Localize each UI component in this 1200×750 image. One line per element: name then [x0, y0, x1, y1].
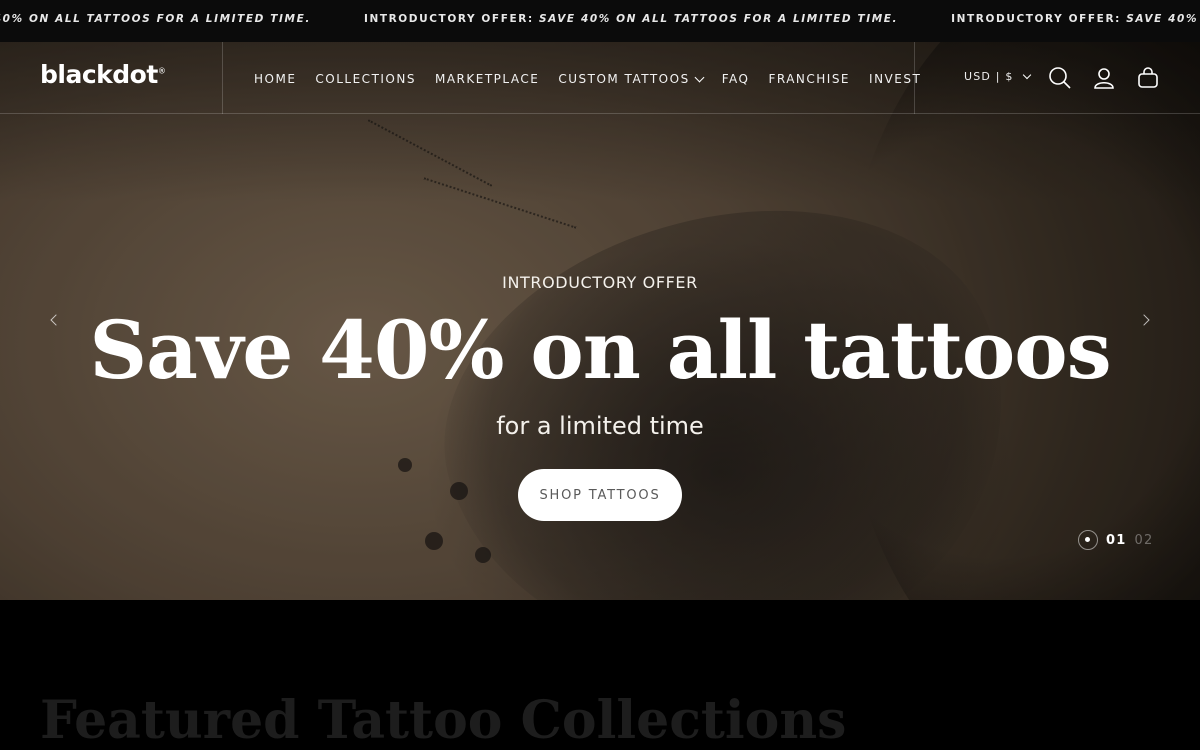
section-title: Featured Tattoo Collections	[40, 690, 847, 750]
slide-indicator-2[interactable]: 02	[1135, 533, 1154, 548]
announcement-item: VE 40% ON ALL TATTOOS FOR A LIMITED TIME…	[0, 13, 311, 25]
slide-indicator-1[interactable]: 01	[1106, 533, 1127, 548]
account-icon[interactable]	[1092, 66, 1116, 90]
brand-logo-text: blackdot	[40, 60, 158, 89]
announcement-item: INTRODUCTORY OFFER: SAVE 40% ON ALL TATT…	[364, 13, 898, 25]
nav-franchise[interactable]: FRANCHISE	[768, 72, 850, 86]
announcement-label: INTRODUCTORY OFFER:	[951, 13, 1121, 25]
nav-custom-tattoos-label: CUSTOM TATTOOS	[558, 72, 690, 86]
nav-faq[interactable]: FAQ	[722, 72, 750, 86]
header-divider	[222, 42, 223, 114]
site-header: blackdot® HOME COLLECTIONS MARKETPLACE C…	[0, 42, 1200, 114]
shop-tattoos-button[interactable]: SHOP TATTOOS	[518, 469, 682, 521]
chevron-down-icon	[1022, 70, 1031, 79]
slide-pager: 01 02	[1078, 530, 1153, 550]
header-divider	[914, 42, 915, 114]
hero-headline: Save 40% on all tattoos	[89, 303, 1111, 397]
announcement-message: VE 40% ON ALL TATTOOS FOR A LIMITED TIME…	[0, 13, 311, 25]
currency-selector[interactable]: USD | $	[964, 70, 1031, 83]
hero-subheadline: for a limited time	[496, 412, 704, 440]
search-icon[interactable]	[1048, 66, 1072, 90]
hero-eyebrow: INTRODUCTORY OFFER	[502, 273, 698, 292]
main-nav: HOME COLLECTIONS MARKETPLACE CUSTOM TATT…	[254, 72, 921, 86]
announcement-track: VE 40% ON ALL TATTOOS FOR A LIMITED TIME…	[0, 13, 1200, 25]
nav-collections[interactable]: COLLECTIONS	[315, 72, 416, 86]
nav-custom-tattoos[interactable]: CUSTOM TATTOOS	[558, 72, 705, 86]
brand-logo[interactable]: blackdot®	[40, 60, 166, 89]
announcement-item: INTRODUCTORY OFFER: SAVE 40% ON ALL TATT…	[951, 13, 1200, 25]
nav-marketplace[interactable]: MARKETPLACE	[435, 72, 539, 86]
announcement-message: SAVE 40% ON ALL TATTOOS FOR A LIMITED TI…	[539, 13, 899, 25]
brand-logo-mark: ®	[157, 66, 166, 76]
announcement-label: INTRODUCTORY OFFER:	[363, 13, 534, 25]
cart-icon[interactable]	[1136, 66, 1160, 90]
nav-home[interactable]: HOME	[254, 72, 296, 86]
announcement-bar: VE 40% ON ALL TATTOOS FOR A LIMITED TIME…	[0, 0, 1200, 42]
announcement-message: SAVE 40% ON ALL TATTOOS F	[1126, 13, 1200, 25]
autoplay-icon[interactable]	[1078, 530, 1098, 550]
chevron-down-icon	[694, 72, 705, 82]
currency-label: USD | $	[964, 70, 1014, 83]
